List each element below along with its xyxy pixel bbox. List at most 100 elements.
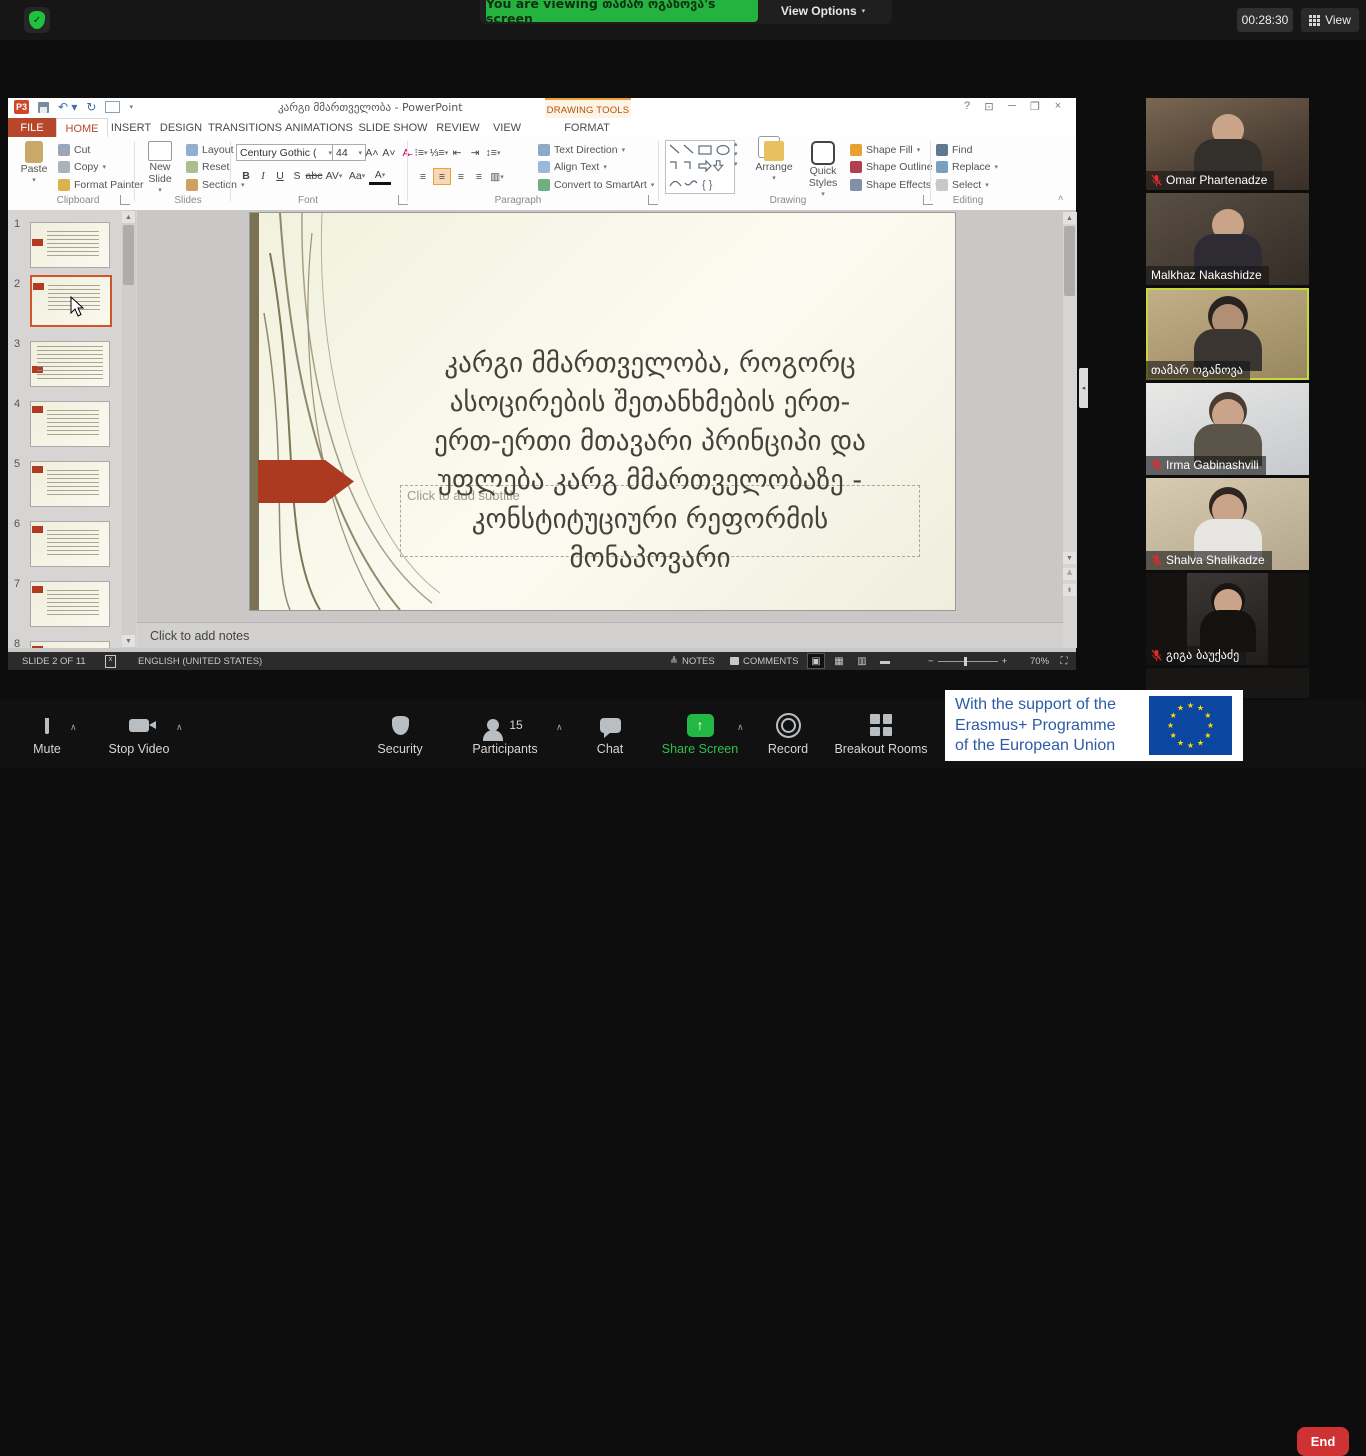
new-slide-button[interactable]: New Slide▾ xyxy=(139,141,181,197)
view-options-button[interactable]: View Options ▾ xyxy=(758,0,888,22)
stop-video-button[interactable]: Stop Video xyxy=(104,708,174,756)
arrange-button[interactable]: Arrange▾ xyxy=(751,141,797,185)
record-button[interactable]: Record xyxy=(758,708,818,756)
close-button[interactable]: × xyxy=(1049,100,1067,112)
next-slide-button[interactable]: ⇟ xyxy=(1063,584,1076,596)
line-spacing-button[interactable]: ↕≡▾ xyxy=(485,145,501,160)
bold-button[interactable]: B xyxy=(238,169,254,184)
zoom-control[interactable]: − + xyxy=(928,652,1007,670)
zoom-slider-handle[interactable] xyxy=(964,657,967,666)
slide-thumbnail-6[interactable] xyxy=(30,521,110,567)
shrink-font-button[interactable]: A˅ xyxy=(381,145,397,160)
cut-button[interactable]: Cut xyxy=(58,144,90,156)
reading-view-button[interactable]: ▥ xyxy=(854,654,870,668)
section-button[interactable]: Section▾ xyxy=(186,179,245,191)
tab-animations[interactable]: ANIMATIONS xyxy=(285,118,353,137)
tab-view[interactable]: VIEW xyxy=(486,118,528,137)
comments-toggle[interactable]: COMMENTS xyxy=(730,652,798,670)
paragraph-dialog-launcher[interactable] xyxy=(648,195,658,205)
mute-button[interactable]: Mute xyxy=(18,708,76,756)
columns-button[interactable]: ▥▾ xyxy=(489,169,505,184)
font-color-button[interactable]: A▾ xyxy=(369,167,391,185)
paste-button[interactable]: Paste▾ xyxy=(16,141,52,187)
underline-button[interactable]: U xyxy=(272,169,288,184)
tab-home[interactable]: HOME xyxy=(56,118,108,138)
participant-tile-irma[interactable]: Irma Gabinashvili xyxy=(1146,383,1309,475)
clipboard-dialog-launcher[interactable] xyxy=(120,195,130,205)
tab-review[interactable]: REVIEW xyxy=(433,118,483,137)
align-left-button[interactable]: ≡ xyxy=(415,169,431,184)
slide-thumbnail-3[interactable] xyxy=(30,341,110,387)
slide-thumbnail-7[interactable] xyxy=(30,581,110,627)
tab-transitions[interactable]: TRANSITIONS xyxy=(208,118,282,137)
notes-pane[interactable]: Click to add notes xyxy=(137,623,1063,648)
find-button[interactable]: Find xyxy=(936,144,972,156)
replace-button[interactable]: Replace▾ xyxy=(936,161,998,173)
thumbnail-scrollbar[interactable]: ▲ ▼ xyxy=(122,210,136,648)
slideshow-view-button[interactable]: ▬ xyxy=(877,654,893,668)
copy-button[interactable]: Copy▾ xyxy=(58,161,106,173)
previous-slide-button[interactable]: ≜ xyxy=(1063,568,1076,580)
convert-smartart-button[interactable]: Convert to SmartArt▾ xyxy=(538,179,654,191)
tab-design[interactable]: DESIGN xyxy=(156,118,206,137)
participant-tile-tamar-active-speaker[interactable]: თამარ ოგანოვა xyxy=(1146,288,1309,380)
increase-indent-button[interactable]: ⇥ xyxy=(467,145,483,160)
bullets-button[interactable]: ⁝≡▾ xyxy=(413,145,429,160)
clear-formatting-button[interactable]: A̶ xyxy=(398,145,414,160)
help-button[interactable]: ? xyxy=(958,100,976,112)
collapse-ribbon-button[interactable]: ˄ xyxy=(1058,193,1063,203)
participants-caret[interactable]: ∧ xyxy=(556,722,563,733)
align-text-button[interactable]: Align Text▾ xyxy=(538,161,607,173)
ribbon-display-button[interactable]: ⊡ xyxy=(980,100,998,113)
redo-icon[interactable]: ↻ xyxy=(86,100,96,114)
quick-styles-button[interactable]: Quick Styles▾ xyxy=(801,141,845,201)
format-painter-button[interactable]: Format Painter xyxy=(58,179,143,191)
shadow-button[interactable]: S xyxy=(289,169,305,184)
drawing-tools-contextual-tab[interactable]: DRAWING TOOLS xyxy=(545,98,631,120)
participant-tile-shalva[interactable]: Shalva Shalikadze xyxy=(1146,478,1309,570)
italic-button[interactable]: I xyxy=(255,169,271,184)
align-center-button[interactable]: ≡ xyxy=(433,168,451,185)
share-options-caret[interactable]: ∧ xyxy=(737,722,744,733)
reset-button[interactable]: Reset xyxy=(186,161,229,173)
slide-thumbnail-5[interactable] xyxy=(30,461,110,507)
numbering-button[interactable]: ⅓≡▾ xyxy=(431,145,447,160)
language-indicator[interactable]: ENGLISH (UNITED STATES) xyxy=(138,652,262,670)
shape-fill-button[interactable]: Shape Fill▾ xyxy=(850,144,920,156)
slide-thumbnail-1[interactable] xyxy=(30,222,110,268)
zoom-level[interactable]: 70% xyxy=(1030,652,1049,670)
strikethrough-button[interactable]: abc xyxy=(306,169,322,184)
spellcheck-icon[interactable]: x xyxy=(105,652,116,670)
participants-button[interactable]: 15 Participants xyxy=(462,708,548,756)
end-meeting-button[interactable]: End xyxy=(1297,1427,1349,1456)
decrease-indent-button[interactable]: ⇤ xyxy=(449,145,465,160)
chat-button[interactable]: Chat xyxy=(582,708,638,756)
grow-font-button[interactable]: A˄ xyxy=(364,145,380,160)
slide-area-scrollbar[interactable]: ▲ ▼ ≜ ⇟ xyxy=(1063,212,1077,648)
select-button[interactable]: Select▾ xyxy=(936,179,989,191)
slide-sorter-view-button[interactable]: ▦ xyxy=(831,654,847,668)
qat-customize-icon[interactable]: ▾ xyxy=(129,103,133,111)
justify-button[interactable]: ≡ xyxy=(471,169,487,184)
notes-toggle[interactable]: ≜NOTES xyxy=(670,652,715,670)
save-icon[interactable] xyxy=(38,102,49,113)
participant-tile-omar[interactable]: Omar Phartenadze xyxy=(1146,98,1309,190)
shapes-gallery-scroll[interactable]: ▴▾▾ xyxy=(734,140,745,192)
mute-options-caret[interactable]: ∧ xyxy=(70,722,77,733)
participant-tile-giga[interactable]: გიგა ბაუქაძე xyxy=(1146,573,1309,665)
slide-thumbnail-4[interactable] xyxy=(30,401,110,447)
video-options-caret[interactable]: ∧ xyxy=(176,722,183,733)
shape-outline-button[interactable]: Shape Outline▾ xyxy=(850,161,940,173)
undo-icon[interactable]: ↶ ▾ xyxy=(58,100,77,114)
tab-format[interactable]: FORMAT xyxy=(558,118,616,137)
security-button[interactable]: Security xyxy=(370,708,430,756)
normal-view-button[interactable]: ▣ xyxy=(808,654,824,668)
meeting-info-button[interactable]: ✓ xyxy=(24,7,50,33)
layout-button[interactable]: Layout▾ xyxy=(186,144,241,156)
shapes-gallery[interactable]: { } xyxy=(665,140,735,194)
fit-slide-button[interactable]: ⛶ xyxy=(1056,652,1072,670)
tab-file[interactable]: FILE xyxy=(8,118,56,137)
align-right-button[interactable]: ≡ xyxy=(453,169,469,184)
slide-thumbnail-8[interactable] xyxy=(30,641,110,648)
breakout-rooms-button[interactable]: Breakout Rooms xyxy=(832,708,930,756)
